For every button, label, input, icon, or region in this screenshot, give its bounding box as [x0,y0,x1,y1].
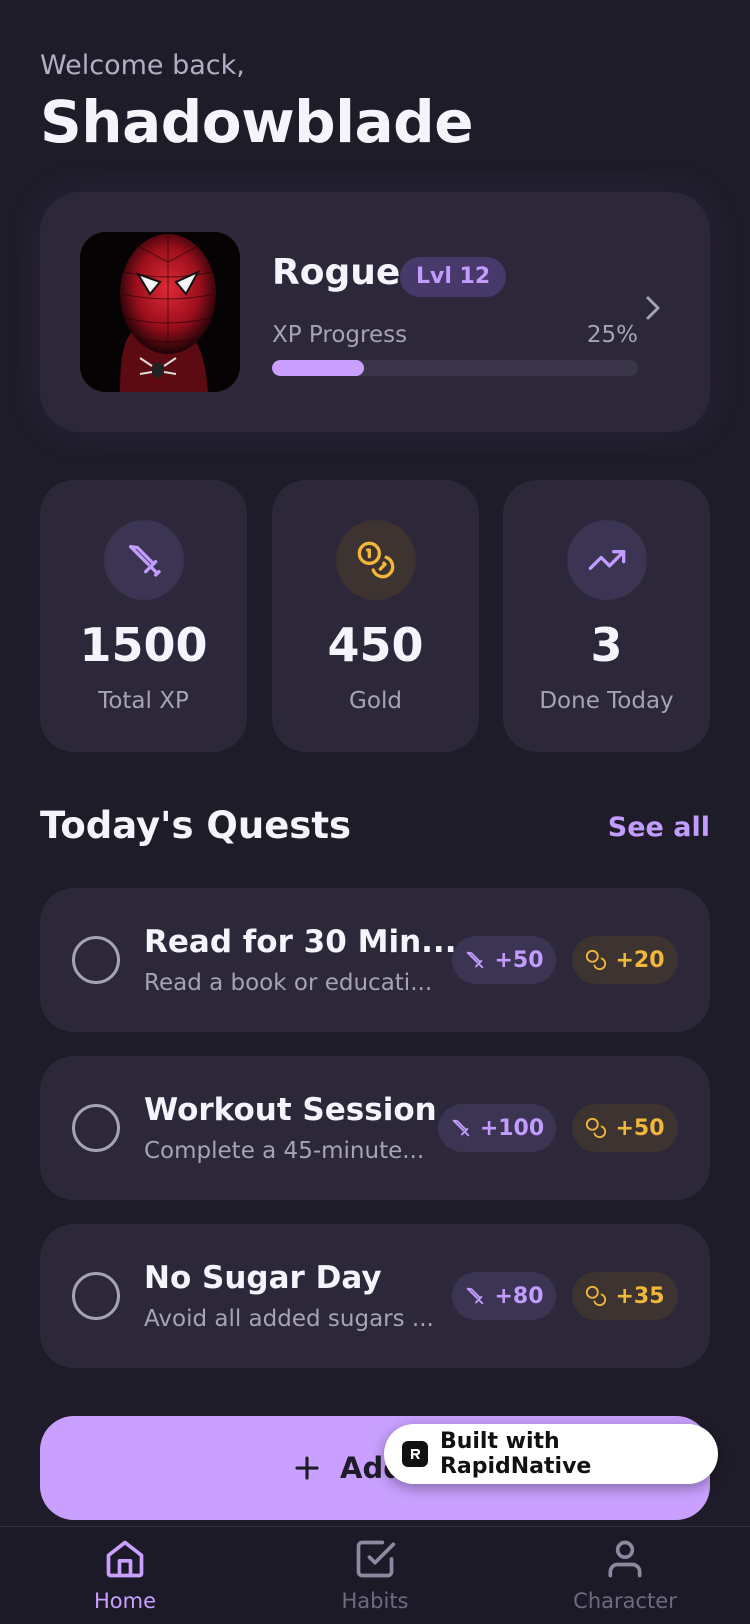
xp-reward-value: +80 [494,1283,544,1309]
gold-reward-value: +50 [615,1115,665,1141]
quest-checkbox[interactable] [72,936,120,984]
nav-item-home[interactable]: Home [45,1537,205,1613]
stat-card-done-today: 3 Done Today [503,480,710,752]
nav-label-habits: Habits [341,1589,409,1613]
xp-progress-fill [272,360,364,376]
stat-value: 1500 [79,618,208,672]
coins-icon [336,520,416,600]
stat-label: Gold [349,688,402,714]
bottom-navigation: Home Habits Character [0,1526,750,1624]
gold-reward-pill: +50 [572,1104,678,1152]
trending-up-icon [567,520,647,600]
quests-section-title: Today's Quests [40,804,352,847]
nav-item-character[interactable]: Character [545,1537,705,1613]
built-with-badge[interactable]: Built with RapidNative [384,1424,718,1484]
stat-card-gold: 450 Gold [272,480,479,752]
quest-checkbox[interactable] [72,1272,120,1320]
username-heading: Shadowblade [40,88,474,156]
sword-icon [467,1287,484,1305]
nav-item-habits[interactable]: Habits [295,1537,455,1613]
quest-title: Read for 30 Min... [144,924,457,960]
xp-reward-value: +50 [494,947,544,973]
quest-card[interactable]: Read for 30 Min... Read a book or educat… [40,888,710,1032]
level-badge: Lvl 12 [400,257,507,297]
stat-label: Total XP [98,688,189,714]
gold-reward-pill: +35 [572,1272,678,1320]
welcome-text: Welcome back, [40,50,245,81]
built-with-label: Built with RapidNative [439,1429,592,1479]
home-icon [106,1540,144,1578]
sword-icon [467,951,484,969]
quest-description: Avoid all added sugars ... [144,1306,434,1332]
gold-reward-value: +20 [615,947,665,973]
spider-hero-avatar [80,232,240,392]
nav-label-home: Home [93,1589,156,1613]
quest-title: No Sugar Day [144,1260,382,1296]
coins-icon [586,949,607,971]
stat-label: Done Today [539,688,674,714]
nav-label-character: Character [573,1589,677,1613]
quest-card[interactable]: No Sugar Day Avoid all added sugars ... … [40,1224,710,1368]
xp-reward-pill: +100 [438,1104,556,1152]
quest-description: Read a book or educati... [144,970,433,996]
avatar [80,232,240,392]
character-class: Rogue [272,252,401,293]
xp-reward-value: +100 [479,1115,545,1141]
coins-icon [586,1117,607,1139]
quest-description: Complete a 45-minute... [144,1138,425,1164]
coins-icon [586,1285,607,1307]
see-all-link[interactable]: See all [580,812,710,843]
xp-progress-bar [272,360,638,376]
quest-title: Workout Session [144,1092,437,1128]
checkbox-icon [356,1540,396,1578]
rapidnative-logo-icon [402,1441,428,1467]
stat-card-total-xp: 1500 Total XP [40,480,247,752]
gold-reward-pill: +20 [572,936,678,984]
gold-reward-value: +35 [615,1283,665,1309]
xp-progress-percent: 25% [586,322,638,348]
xp-reward-pill: +80 [452,1272,556,1320]
chevron-right-icon[interactable] [638,288,668,328]
stat-value: 450 [327,618,424,672]
sword-icon [104,520,184,600]
quest-card[interactable]: Workout Session Complete a 45-minute... … [40,1056,710,1200]
plus-icon [295,1456,319,1480]
quest-checkbox[interactable] [72,1104,120,1152]
user-icon [608,1540,642,1578]
character-card[interactable]: Rogue Lvl 12 XP Progress 25% [40,192,710,432]
xp-progress-label: XP Progress [272,322,408,348]
stat-value: 3 [590,618,623,672]
sword-icon [452,1119,470,1137]
xp-reward-pill: +50 [452,936,556,984]
